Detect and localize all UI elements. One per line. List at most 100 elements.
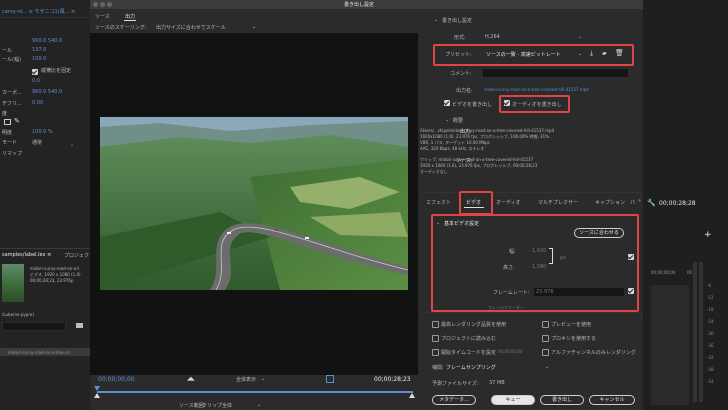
tab-3[interactable]: マルチプレクサー	[538, 199, 578, 206]
time-start[interactable]: 00;00;00;00	[98, 376, 135, 383]
video-frame[interactable]	[100, 117, 408, 290]
timeline-timecode[interactable]: 00;00;28;28	[659, 200, 696, 207]
meter-tick: -30	[707, 331, 714, 336]
project-tab[interactable]: samples/label.lex ≡	[2, 252, 51, 258]
chevron-down-icon[interactable]: ⌄	[578, 51, 582, 57]
timeline-scrubber[interactable]	[97, 391, 413, 393]
output-name-link[interactable]: midori-curvy-road-on-a-tree-covered-hill…	[484, 87, 589, 92]
in-point-icon[interactable]: ◢◣	[187, 376, 195, 382]
px-unit: px	[560, 255, 567, 261]
preset-dropdown[interactable]: ソースの一致 - 高速ビットレート	[486, 51, 561, 58]
comment-field[interactable]	[482, 68, 629, 78]
chevron-down-icon[interactable]: ⌄	[257, 402, 261, 408]
crop-icon[interactable]	[326, 375, 334, 383]
metadata-button[interactable]: メタデータ...	[432, 395, 476, 405]
minimize-button[interactable]	[100, 2, 105, 7]
tab-0[interactable]: エフェクト	[426, 199, 451, 206]
tab-source[interactable]: ソース	[95, 13, 110, 20]
dialog-title: 書き出し設定	[344, 2, 375, 8]
chevron-down-icon[interactable]: ⌄	[252, 24, 256, 30]
export-video-checkbox[interactable]	[444, 100, 450, 106]
import-preset-icon[interactable]: ▰	[602, 50, 607, 57]
bottom-clip[interactable]: midori-curvy-road-on-a-tree-co	[8, 350, 70, 355]
export-video-label: ビデオを書き出し	[452, 102, 493, 108]
blend-dropdown[interactable]: ⌄	[70, 142, 74, 148]
use-preview-checkbox[interactable]	[542, 321, 549, 328]
left-row-value[interactable]: 0.0	[32, 78, 40, 84]
range-handle-right[interactable]	[409, 393, 415, 398]
source-range-dropdown[interactable]: クリップ全体	[202, 402, 232, 409]
project-tab-2[interactable]: プロジェク	[64, 252, 89, 259]
search-field[interactable]	[2, 322, 66, 331]
thumbnail[interactable]	[2, 264, 24, 302]
chevron-down-icon[interactable]: ⌄	[578, 34, 582, 40]
left-row-value[interactable]: 100.0	[32, 56, 46, 62]
scaling-dropdown[interactable]: 出力サイズに合わせてスケール	[156, 24, 226, 31]
summary-source-line: オーディオなし	[420, 169, 448, 174]
wrench-icon[interactable]: 🔧	[647, 199, 656, 207]
export-button[interactable]: 書き出し	[540, 395, 584, 405]
tab-4[interactable]: キャプション	[595, 199, 625, 206]
left-row-value[interactable]: 960.0 540.0	[32, 89, 62, 95]
tab-1[interactable]: ビデオ	[466, 199, 481, 206]
format-dropdown[interactable]: H.264	[485, 34, 500, 40]
comment-label: コメント:	[450, 71, 472, 77]
section-collapse-icon[interactable]: ⌄	[434, 17, 438, 23]
clip-name: midori-curvy-road-on-a-t	[30, 266, 80, 271]
use-preview-label: プレビューを使用	[551, 322, 592, 328]
add-track-icon[interactable]: +	[704, 230, 712, 240]
left-row-value[interactable]: 100.0 %	[32, 129, 53, 135]
match-source-button[interactable]: ソースに合わせる	[574, 228, 624, 238]
import-project-checkbox[interactable]	[432, 335, 439, 342]
left-row-value[interactable]: 縦横比を固定	[41, 67, 71, 74]
chevron-down-icon[interactable]: ⌄	[261, 376, 265, 382]
timeline-ruler-2: 00	[687, 270, 693, 275]
left-row-value[interactable]: 0.00	[32, 100, 43, 106]
bin-icon[interactable]	[76, 323, 83, 328]
left-panel-header[interactable]: carvy-ro... ≡ モザニコ1(風... ≡	[2, 8, 75, 15]
basic-video-collapse-icon[interactable]: ⌄	[436, 220, 440, 226]
height-value[interactable]: 1,080	[532, 264, 546, 270]
link-bracket-icon[interactable]	[549, 248, 553, 264]
summary-output-line: AAC, 320 Kbps, 48 kHz, ステレオ	[420, 146, 485, 151]
range-handle-left[interactable]	[94, 393, 100, 398]
cancel-button[interactable]: キャンセル	[589, 395, 635, 405]
frame-rate-match-checkbox[interactable]	[628, 288, 634, 294]
interp-dropdown[interactable]: フレームサンプリング	[446, 364, 496, 371]
fit-dropdown[interactable]: 全体表示	[236, 376, 256, 383]
tab-output[interactable]: 出力	[125, 13, 135, 20]
format-label: 形式:	[454, 35, 466, 41]
left-row-value[interactable]: 960.0 540.0	[32, 38, 62, 44]
meter-tick: -48	[707, 367, 714, 372]
size-match-checkbox[interactable]	[628, 254, 634, 260]
tab-2[interactable]: オーディオ	[496, 199, 521, 206]
video-tab-underline	[464, 207, 484, 208]
summary-output-line: /Users/...ships/midori-curvy-road-on-a-t…	[420, 128, 555, 133]
chevron-down-icon[interactable]: ⌄	[545, 364, 549, 370]
queue-button[interactable]: キュー	[491, 395, 535, 405]
export-audio-checkbox[interactable]	[504, 100, 510, 106]
left-row-value[interactable]: 137.0	[32, 47, 46, 53]
lock-ratio-checkbox[interactable]	[32, 69, 38, 75]
left-row-label: カーポ...	[2, 90, 22, 96]
close-button[interactable]	[93, 2, 98, 7]
rect-mask-icon[interactable]	[4, 119, 11, 125]
pen-icon[interactable]: ✎	[14, 118, 20, 125]
summary-collapse-icon[interactable]: ⌄	[445, 117, 449, 123]
audio-meter-2	[699, 262, 703, 402]
delete-preset-icon[interactable]: 🗑	[615, 49, 624, 57]
use-proxy-checkbox[interactable]	[542, 335, 549, 342]
save-preset-icon[interactable]: ⤓	[590, 49, 593, 58]
timecode-value[interactable]: 00;00;00;00	[498, 349, 522, 354]
left-row-value[interactable]: 通常	[32, 139, 42, 146]
max-render-checkbox[interactable]	[432, 321, 439, 328]
alpha-render-checkbox[interactable]	[542, 349, 549, 356]
tab-5[interactable]: パ	[630, 199, 635, 206]
right-panel: 🔧 00;00;28;28 + 00;00;00;00 -6 -12 -18 -24 -…	[643, 0, 728, 410]
set-timecode-checkbox[interactable]	[432, 349, 439, 356]
width-value[interactable]: 1,920	[532, 248, 546, 254]
scaling-label: ソースのスケーリング:	[95, 25, 147, 31]
zoom-button[interactable]	[107, 2, 112, 7]
tabs-overflow-icon[interactable]: »	[638, 198, 641, 204]
left-row-label: モード	[2, 140, 18, 146]
